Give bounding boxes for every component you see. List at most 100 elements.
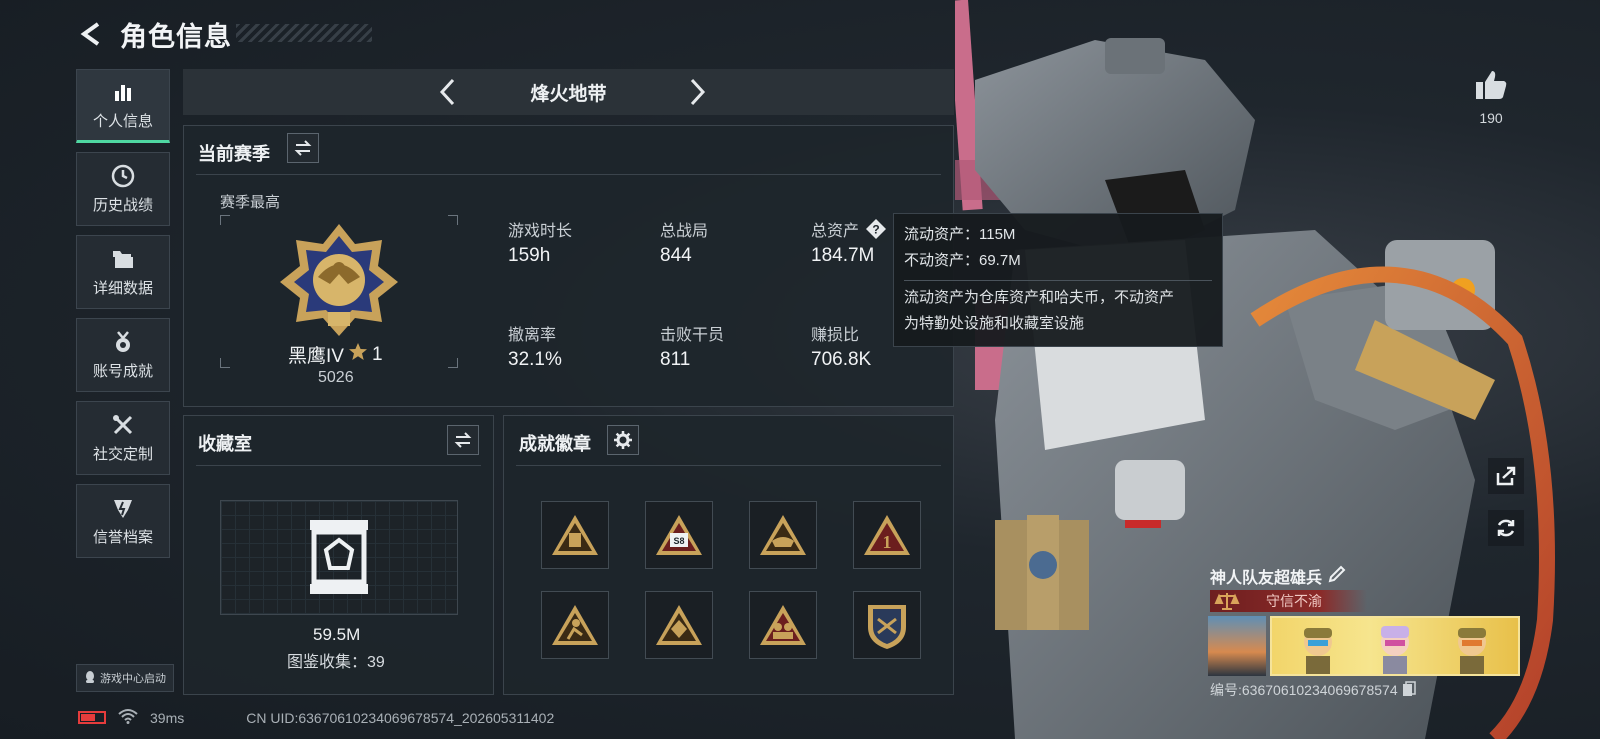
player-name-row: 神人队友超雄兵 — [1210, 564, 1346, 588]
badge-soldiers-icon — [760, 605, 806, 645]
thumbs-up-icon — [1476, 71, 1507, 99]
achievement-badge[interactable]: S8 — [645, 501, 713, 569]
achievement-badge[interactable] — [749, 501, 817, 569]
copy-icon — [1402, 680, 1416, 696]
edit-name-button[interactable] — [1328, 565, 1346, 588]
wifi-icon — [118, 708, 138, 727]
like-count: 190 — [1479, 110, 1503, 126]
collection-value: 59.5M — [313, 625, 361, 644]
swap-icon — [294, 140, 312, 156]
chevron-right-icon — [690, 78, 706, 106]
stat-value-matches: 844 — [660, 245, 692, 266]
achievement-badge[interactable] — [645, 591, 713, 659]
season-best-label: 赛季最高 — [220, 194, 281, 211]
achievements-title: 成就徽章 — [519, 434, 591, 454]
sidebar-item-label: 社交定制 — [92, 446, 153, 463]
season-title: 当前赛季 — [198, 144, 270, 164]
copy-id-button[interactable] — [1402, 680, 1416, 700]
profile-banner[interactable] — [1208, 616, 1520, 676]
total-assets-label: 总资产 — [811, 223, 860, 240]
svg-text:?: ? — [872, 223, 879, 237]
stat-value-extract-rate: 32.1% — [508, 349, 562, 370]
sidebar-item-label: 账号成就 — [92, 363, 153, 380]
launch-label: 游戏中心启动 — [100, 673, 166, 685]
badge-crest-icon — [868, 605, 906, 649]
medal-icon — [109, 329, 137, 355]
share-button[interactable] — [1488, 458, 1524, 494]
achievement-badge[interactable]: 1 — [853, 501, 921, 569]
battery-icon — [78, 711, 106, 724]
shield-icon — [109, 495, 137, 521]
collection-count: 图鉴收集：39 — [287, 654, 385, 671]
folder-icon — [109, 246, 137, 272]
sidebar-item-history[interactable]: 历史战绩 — [76, 152, 170, 226]
stat-label-profit-ratio: 赚损比 — [811, 327, 860, 344]
mode-prev-button[interactable] — [428, 72, 468, 112]
star-icon — [348, 342, 368, 368]
sidebar-item-label: 个人信息 — [92, 113, 153, 130]
collection-title: 收藏室 — [198, 434, 252, 454]
rank-score: 5026 — [318, 369, 354, 386]
tooltip-liquid-assets: 流动资产：115M — [904, 226, 1016, 243]
collection-divider — [196, 465, 481, 466]
tooltip-description-2: 为特勤处设施和收藏室设施 — [904, 315, 1085, 332]
banner-scenery-image — [1208, 616, 1266, 676]
clock-icon — [109, 163, 137, 189]
pencil-icon — [1328, 565, 1346, 582]
achievements-settings-button[interactable] — [607, 425, 639, 455]
game-center-launch-button[interactable]: 游戏中心启动 — [76, 664, 174, 692]
achievement-badge[interactable] — [749, 591, 817, 659]
stat-label-total-assets: 总资产 ? — [811, 217, 887, 241]
share-icon — [1496, 466, 1516, 486]
chevron-left-icon — [439, 78, 455, 106]
badge-gem-icon — [656, 605, 702, 645]
player-id-row: 编号:63670610234069678574 — [1210, 680, 1416, 700]
sidebar-item-label: 信誉档案 — [92, 529, 153, 546]
question-icon: ? — [866, 219, 887, 239]
refresh-icon — [1497, 519, 1515, 537]
header: 角色信息 — [76, 14, 232, 54]
assets-tooltip: 流动资产：115M 不动资产：69.7M 流动资产为仓库资产和哈夫币，不动资产 … — [893, 213, 1223, 347]
swap-icon — [454, 432, 472, 448]
badge-triangle-icon — [552, 515, 598, 555]
mode-name: 烽火地带 — [530, 83, 607, 105]
back-arrow-icon — [80, 22, 100, 46]
stat-label-extract-rate: 撤离率 — [508, 327, 557, 344]
stat-label-playtime: 游戏时长 — [508, 223, 573, 240]
season-switch-button[interactable] — [287, 133, 319, 163]
sidebar-item-social[interactable]: 社交定制 — [76, 401, 170, 475]
achievement-badge[interactable] — [541, 591, 609, 659]
sidebar-item-achievements[interactable]: 账号成就 — [76, 318, 170, 392]
achievement-badge[interactable] — [541, 501, 609, 569]
sidebar-item-detailed-data[interactable]: 详细数据 — [76, 235, 170, 309]
svg-text:1: 1 — [883, 532, 892, 552]
achievement-badge[interactable] — [853, 591, 921, 659]
season-divider — [196, 174, 941, 175]
back-button[interactable] — [76, 19, 106, 49]
sidebar-item-personal-info[interactable]: 个人信息 — [76, 69, 170, 143]
badge-runner-icon — [552, 605, 598, 645]
page-title: 角色信息 — [120, 21, 232, 52]
badge-number-one-icon: 1 — [864, 515, 910, 555]
collection-switch-button[interactable] — [447, 425, 479, 455]
ping-value: 39ms — [150, 709, 185, 726]
bar-chart-icon — [109, 79, 137, 105]
player-id: 编号:63670610234069678574 — [1210, 682, 1398, 698]
help-button[interactable]: ? — [865, 218, 887, 240]
sidebar-item-reputation[interactable]: 信誉档案 — [76, 484, 170, 558]
sidebar-item-label: 详细数据 — [92, 280, 153, 297]
stat-value-playtime: 159h — [508, 245, 551, 266]
badge-s8-icon: S8 — [656, 515, 702, 555]
sidebar: 个人信息 历史战绩 详细数据 账号成就 社交定制 信誉档案 — [76, 69, 170, 567]
like-button[interactable] — [1468, 62, 1514, 108]
title-decoration — [236, 24, 372, 42]
rank-emblem-icon — [278, 222, 400, 343]
rank-stars: 1 — [371, 343, 383, 365]
rotate-button[interactable] — [1488, 510, 1524, 546]
scales-icon — [1214, 591, 1240, 616]
tooltip-divider — [904, 280, 1212, 281]
gear-icon — [614, 431, 632, 449]
mode-selector: 烽火地带 — [183, 69, 954, 115]
achievements-divider — [516, 465, 941, 466]
mode-next-button[interactable] — [677, 72, 717, 112]
